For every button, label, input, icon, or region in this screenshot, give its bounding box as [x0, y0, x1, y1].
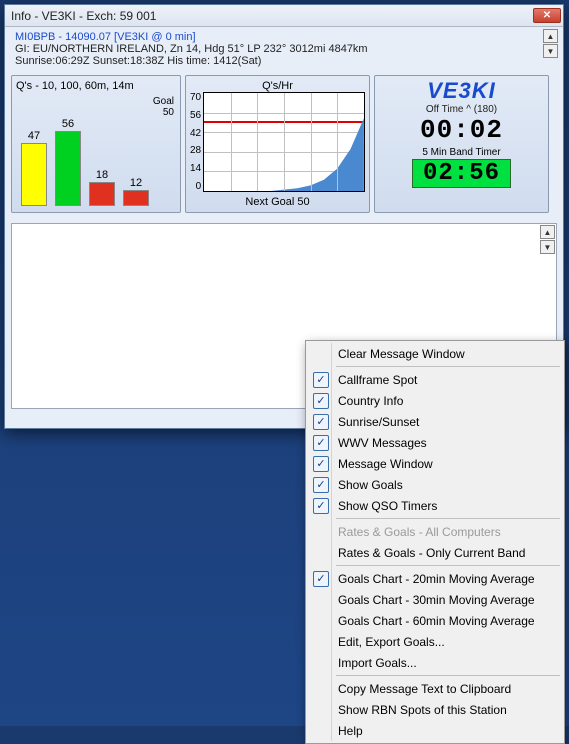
- check-icon: ✓: [313, 393, 329, 409]
- bar-value: 56: [62, 118, 74, 130]
- ytick: 28: [190, 145, 201, 156]
- menu-item[interactable]: Show RBN Spots of this Station: [308, 699, 562, 720]
- offtime-label: Off Time ^ (180): [426, 104, 497, 115]
- menu-item[interactable]: ✓Sunrise/Sunset: [308, 411, 562, 432]
- menu-item[interactable]: Copy Message Text to Clipboard: [308, 678, 562, 699]
- bar-14m: 12: [122, 177, 150, 206]
- menu-label: Goals Chart - 30min Moving Average: [332, 593, 562, 607]
- menu-item[interactable]: ✓Goals Chart - 20min Moving Average: [308, 568, 562, 589]
- menu-check: ✓: [310, 435, 332, 451]
- qso-bar-panel: Q's - 10, 100, 60m, 14m Goal 50 47561812: [11, 75, 181, 213]
- country-line: GI: EU/NORTHERN IRELAND, Zn 14, Hdg 51° …: [15, 43, 555, 55]
- menu-label: Goals Chart - 20min Moving Average: [332, 572, 562, 586]
- menu-label: Show RBN Spots of this Station: [332, 703, 562, 717]
- offtime-value: 00:02: [420, 115, 503, 145]
- message-scroll: ▲ ▼: [540, 225, 555, 254]
- rate-title: Q's/Hr: [190, 80, 365, 92]
- menu-check: ✓: [310, 571, 332, 587]
- menu-label: Callframe Spot: [332, 373, 562, 387]
- ytick: 56: [190, 110, 201, 121]
- menu-item[interactable]: Goals Chart - 30min Moving Average: [308, 589, 562, 610]
- menu-item[interactable]: Goals Chart - 60min Moving Average: [308, 610, 562, 631]
- menu-item[interactable]: Rates & Goals - Only Current Band: [308, 542, 562, 563]
- menu-item[interactable]: ✓Show Goals: [308, 474, 562, 495]
- check-icon: ✓: [313, 571, 329, 587]
- menu-label: Message Window: [332, 457, 562, 471]
- ytick: 14: [190, 163, 201, 174]
- menu-label: Show QSO Timers: [332, 499, 562, 513]
- goal-label: Goal: [153, 96, 174, 107]
- context-menu: Clear Message Window✓Callframe Spot✓Coun…: [305, 340, 565, 744]
- check-icon: ✓: [313, 477, 329, 493]
- menu-label: Goals Chart - 60min Moving Average: [332, 614, 562, 628]
- menu-item[interactable]: Help: [308, 720, 562, 741]
- check-icon: ✓: [313, 435, 329, 451]
- rate-footer: Next Goal 50: [190, 196, 365, 208]
- menu-item[interactable]: ✓WWV Messages: [308, 432, 562, 453]
- menu-item[interactable]: ✓Show QSO Timers: [308, 495, 562, 516]
- menu-label: Rates & Goals - All Computers: [332, 525, 562, 539]
- menu-item[interactable]: Edit, Export Goals...: [308, 631, 562, 652]
- menu-label: Clear Message Window: [332, 347, 562, 361]
- menu-item[interactable]: ✓Message Window: [308, 453, 562, 474]
- window-title: Info - VE3KI - Exch: 59 001: [11, 9, 533, 23]
- spot-line: MI0BPB - 14090.07 [VE3KI @ 0 min]: [15, 31, 555, 43]
- menu-label: Sunrise/Sunset: [332, 415, 562, 429]
- menu-label: WWV Messages: [332, 436, 562, 450]
- bar-100: 56: [54, 118, 82, 206]
- bandtimer-value: 02:56: [412, 159, 511, 188]
- sun-line: Sunrise:06:29Z Sunset:18:38Z His time: 1…: [15, 55, 555, 67]
- menu-check: ✓: [310, 393, 332, 409]
- menu-item[interactable]: ✓Callframe Spot: [308, 369, 562, 390]
- menu-label: Edit, Export Goals...: [332, 635, 562, 649]
- check-icon: ✓: [313, 456, 329, 472]
- callsign: VE3KI: [427, 78, 496, 104]
- header-scroll: ▲ ▼: [543, 29, 559, 58]
- ytick: 42: [190, 128, 201, 139]
- scroll-up-button[interactable]: ▲: [543, 29, 558, 43]
- menu-label: Copy Message Text to Clipboard: [332, 682, 562, 696]
- bar-title: Q's - 10, 100, 60m, 14m: [16, 80, 176, 92]
- bars-container: 47 56 18 12: [20, 114, 170, 206]
- msg-scroll-down[interactable]: ▼: [540, 240, 555, 254]
- bar-rect: [21, 143, 47, 206]
- menu-check: ✓: [310, 414, 332, 430]
- bar-rect: [123, 190, 149, 206]
- menu-label: Import Goals...: [332, 656, 562, 670]
- info-header: MI0BPB - 14090.07 [VE3KI @ 0 min] GI: EU…: [5, 27, 563, 69]
- panel-row: Q's - 10, 100, 60m, 14m Goal 50 47561812…: [5, 69, 563, 217]
- bar-value: 47: [28, 130, 40, 142]
- bar-rect: [89, 182, 115, 206]
- bar-10: 47: [20, 130, 48, 206]
- rate-chart-panel: Q's/Hr 70 56 42 28 14 0 Next Goal 50: [185, 75, 370, 213]
- msg-scroll-up[interactable]: ▲: [540, 225, 555, 239]
- menu-check: ✓: [310, 372, 332, 388]
- bar-rect: [55, 131, 81, 206]
- rate-plotarea: [203, 92, 365, 192]
- menu-item[interactable]: Clear Message Window: [308, 343, 562, 364]
- ytick: 0: [190, 181, 201, 192]
- menu-check: ✓: [310, 498, 332, 514]
- rate-yaxis: 70 56 42 28 14 0: [190, 92, 203, 192]
- timer-panel: VE3KI Off Time ^ (180) 00:02 5 Min Band …: [374, 75, 549, 213]
- menu-item[interactable]: Import Goals...: [308, 652, 562, 673]
- menu-item: Rates & Goals - All Computers: [308, 521, 562, 542]
- ytick: 70: [190, 92, 201, 103]
- menu-check: ✓: [310, 456, 332, 472]
- menu-check: ✓: [310, 477, 332, 493]
- scroll-down-button[interactable]: ▼: [543, 44, 558, 58]
- bar-value: 12: [130, 177, 142, 189]
- bar-value: 18: [96, 169, 108, 181]
- menu-item[interactable]: ✓Country Info: [308, 390, 562, 411]
- close-button[interactable]: ✕: [533, 8, 561, 23]
- menu-label: Rates & Goals - Only Current Band: [332, 546, 562, 560]
- bandtimer-label: 5 Min Band Timer: [422, 147, 500, 158]
- menu-label: Country Info: [332, 394, 562, 408]
- check-icon: ✓: [313, 372, 329, 388]
- menu-label: Show Goals: [332, 478, 562, 492]
- check-icon: ✓: [313, 498, 329, 514]
- bar-60m: 18: [88, 169, 116, 206]
- check-icon: ✓: [313, 414, 329, 430]
- titlebar[interactable]: Info - VE3KI - Exch: 59 001 ✕: [5, 5, 563, 27]
